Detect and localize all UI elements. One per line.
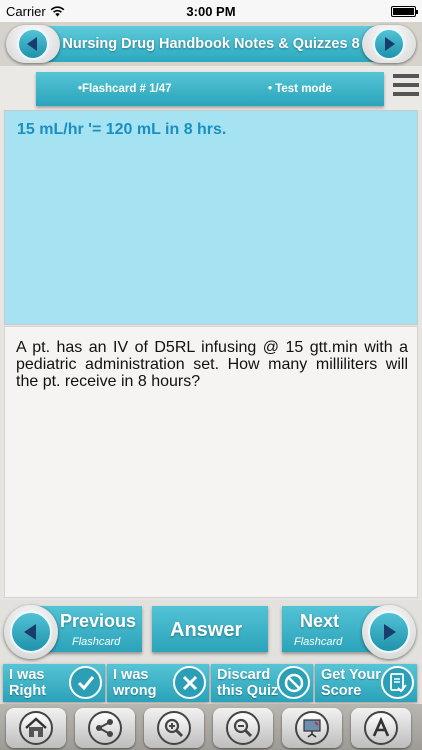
discard-label-line1: Discard bbox=[217, 667, 271, 683]
back-button[interactable] bbox=[6, 25, 60, 63]
presentation-button[interactable] bbox=[282, 708, 342, 748]
home-button[interactable] bbox=[6, 708, 66, 748]
right-label-line1: I was bbox=[9, 667, 45, 683]
carrier-label: Carrier bbox=[6, 3, 46, 19]
flashcard-number: •Flashcard # 1/47 bbox=[78, 83, 172, 95]
get-score-button[interactable]: Get Your Score bbox=[315, 664, 417, 702]
previous-circle-button[interactable] bbox=[4, 605, 58, 659]
i-was-wrong-button[interactable]: I was wrong bbox=[107, 664, 209, 702]
arrow-right-icon bbox=[384, 624, 396, 640]
next-circle-button[interactable] bbox=[362, 605, 416, 659]
i-was-right-button[interactable]: I was Right bbox=[3, 664, 105, 702]
answer-label: Answer bbox=[170, 619, 243, 641]
previous-label: Previous bbox=[60, 611, 137, 631]
next-label: Next bbox=[300, 611, 340, 631]
forward-button[interactable] bbox=[362, 25, 416, 63]
next-sub-label: Flashcard bbox=[294, 636, 343, 648]
scorecard-icon bbox=[381, 666, 414, 699]
font-icon bbox=[372, 717, 390, 737]
mode-label: • Test mode bbox=[268, 83, 332, 95]
wrong-label-line2: wrong bbox=[113, 683, 157, 699]
check-icon bbox=[69, 666, 102, 699]
title-bar: Nursing Drug Handbook Notes & Quizzes 8 bbox=[0, 22, 422, 66]
previous-sub-label: Flashcard bbox=[72, 636, 121, 648]
flashcard-header: •Flashcard # 1/47 • Test mode bbox=[36, 72, 384, 106]
action-row: I was Right I was wrong Discard this Qui… bbox=[0, 662, 422, 704]
presentation-icon bbox=[303, 719, 321, 738]
arrow-left-icon bbox=[27, 37, 37, 51]
bottom-toolbar bbox=[0, 704, 422, 750]
menu-icon[interactable] bbox=[390, 70, 422, 106]
zoom-in-button[interactable] bbox=[144, 708, 204, 748]
share-icon bbox=[96, 719, 113, 737]
wrong-label-line1: I was bbox=[113, 667, 149, 683]
home-icon bbox=[25, 717, 47, 737]
discard-label-line2: this Quiz bbox=[217, 683, 279, 699]
battery-icon bbox=[391, 5, 418, 17]
answer-button[interactable]: Answer bbox=[152, 606, 268, 652]
score-label-line1: Get Your bbox=[321, 667, 381, 683]
answer-text: 15 mL/hr '= 120 mL in 8 hrs. bbox=[17, 121, 227, 138]
arrow-right-icon bbox=[385, 37, 395, 51]
question-panel: A pt. has an IV of D5RL infusing @ 15 gt… bbox=[4, 326, 418, 598]
discard-quiz-button[interactable]: Discard this Quiz bbox=[211, 664, 313, 702]
status-bar: Carrier 3:00 PM bbox=[0, 0, 422, 22]
right-label-line2: Right bbox=[9, 683, 47, 699]
flashcard-header-area: •Flashcard # 1/47 • Test mode bbox=[0, 66, 422, 110]
cross-icon bbox=[173, 666, 206, 699]
score-label-line2: Score bbox=[321, 683, 362, 699]
answer-panel: 15 mL/hr '= 120 mL in 8 hrs. bbox=[4, 110, 418, 325]
question-text: A pt. has an IV of D5RL infusing @ 15 gt… bbox=[16, 339, 408, 390]
arrow-left-icon bbox=[24, 624, 36, 640]
share-button[interactable] bbox=[75, 708, 135, 748]
wifi-icon bbox=[50, 5, 65, 16]
zoom-in-icon bbox=[164, 718, 184, 738]
zoom-out-button[interactable] bbox=[213, 708, 273, 748]
zoom-out-icon bbox=[233, 718, 253, 738]
app-title: Nursing Drug Handbook Notes & Quizzes 8 bbox=[22, 26, 400, 62]
font-button[interactable] bbox=[351, 708, 411, 748]
navigation-row: Previous Flashcard Answer Next Flashcard bbox=[0, 600, 422, 662]
prohibited-icon bbox=[277, 666, 310, 699]
